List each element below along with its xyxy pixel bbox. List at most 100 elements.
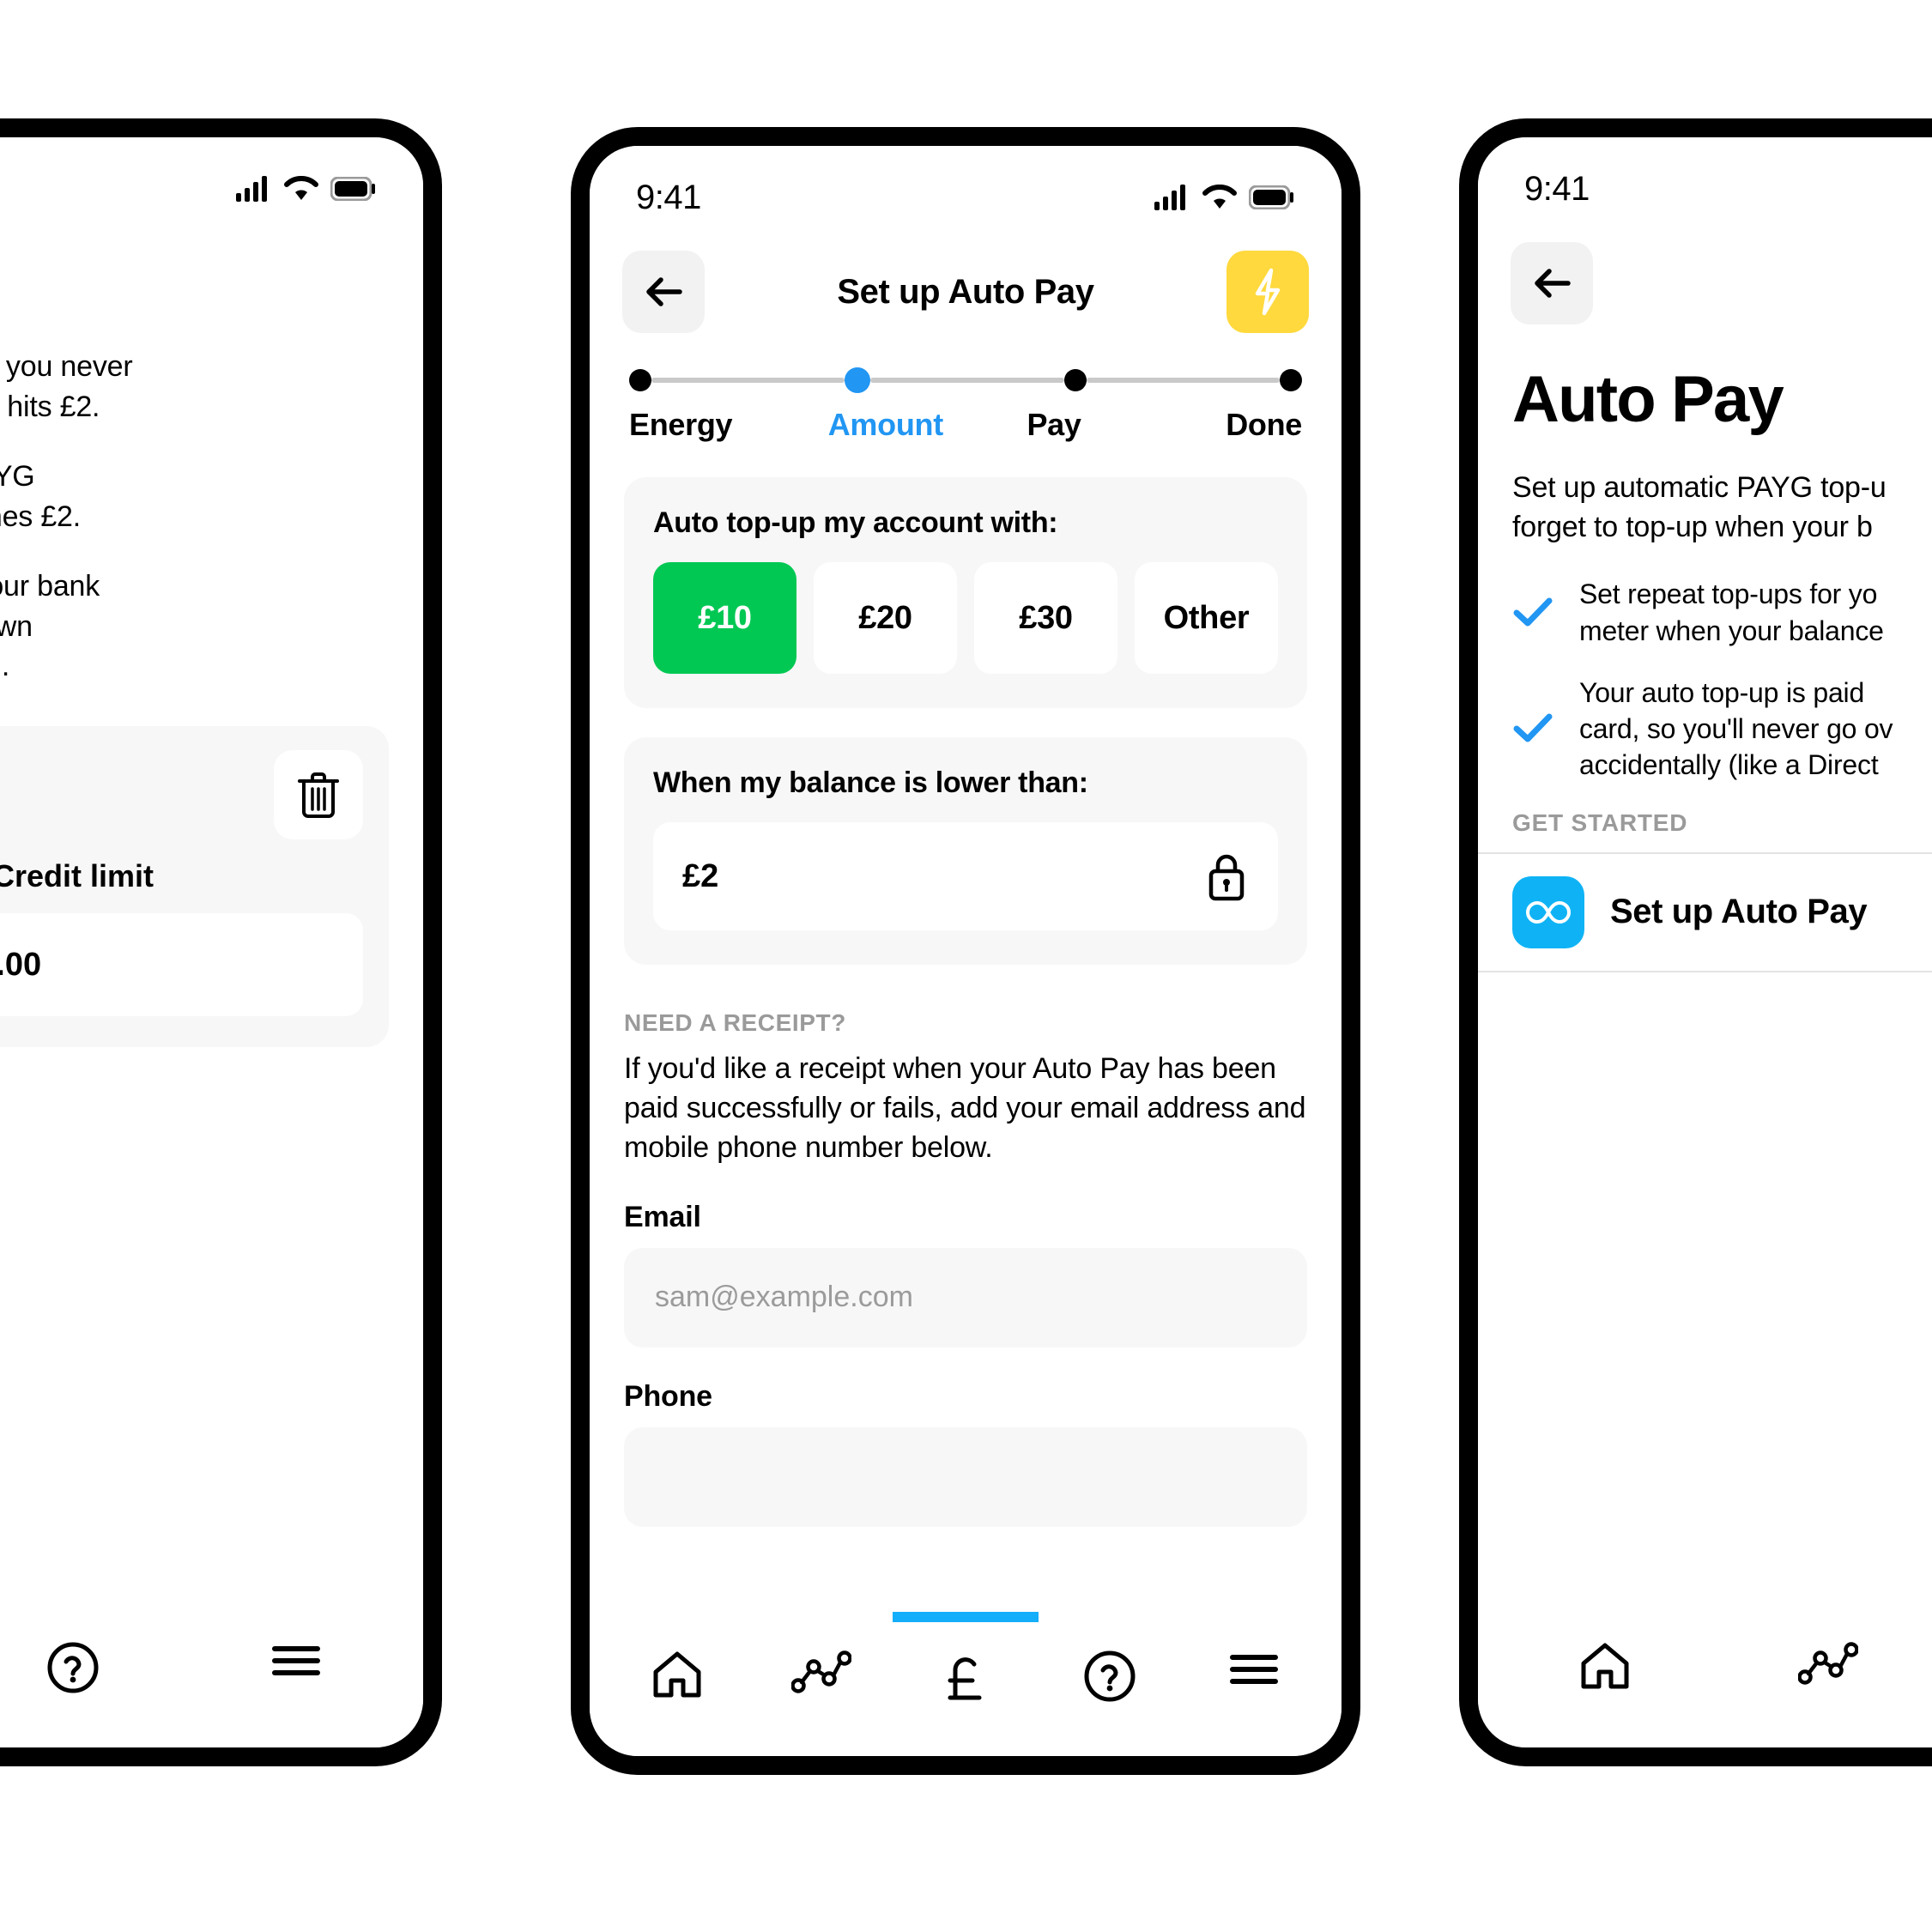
back-button[interactable]: [622, 251, 705, 333]
trash-icon: [296, 771, 341, 819]
credit-limit-value[interactable]: £2.00: [0, 913, 363, 1017]
list-item-text: Your auto top-up is paid card, so you'll…: [1579, 676, 1893, 781]
phone-label: Phone: [624, 1379, 712, 1413]
center-status-time: 9:41: [636, 178, 701, 216]
help-circle-icon: [1083, 1650, 1136, 1703]
left-body: c PAYG top-ups so you never when your ba…: [0, 318, 423, 1603]
stepper-connector: [1086, 378, 1280, 383]
balance-threshold-field[interactable]: £2: [653, 822, 1278, 930]
topup-amount-title: Auto top-up my account with:: [653, 506, 1058, 539]
setup-stepper: Energy Amount Pay Done: [624, 342, 1307, 448]
balance-threshold-value: £2: [682, 857, 719, 894]
tab-help[interactable]: [0, 1603, 185, 1694]
credit-limit-label: Credit limit: [0, 858, 154, 894]
pound-icon: [940, 1650, 991, 1705]
delete-button[interactable]: [274, 750, 363, 840]
right-intro: Set up automatic PAYG top-u forget to to…: [1512, 471, 1887, 544]
infinity-icon: [1512, 875, 1584, 948]
right-heading: Auto Pay: [1512, 363, 1784, 436]
receipt-eyebrow: NEED A RECEIPT?: [624, 1009, 846, 1036]
phone-mockup-center: 9:41 Set up Auto Pay Energy Amount Pay D…: [571, 127, 1360, 1775]
left-paragraph-3: p-up is paid with your bank ll never go …: [0, 569, 100, 683]
right-nav-header: Auto Pay: [1478, 216, 1932, 333]
stepper-connector: [651, 378, 845, 383]
balance-threshold-card: When my balance is lower than: £2: [624, 737, 1307, 965]
step-dot-energy[interactable]: [629, 369, 651, 391]
step-label-pay[interactable]: Pay: [1027, 407, 1226, 443]
tab-home[interactable]: [1493, 1603, 1717, 1691]
boost-button[interactable]: [1226, 251, 1309, 333]
tab-menu[interactable]: [1182, 1612, 1326, 1689]
set-up-auto-pay-label: Set up Auto Pay: [1610, 893, 1868, 931]
tab-payments[interactable]: [893, 1612, 1039, 1705]
lightning-bolt-icon: [1249, 267, 1287, 317]
get-started-eyebrow: GET STARTED: [1512, 809, 1688, 836]
center-nav-header: Set up Auto Pay: [590, 225, 1341, 342]
tab-home[interactable]: [605, 1612, 749, 1699]
left-paragraph-2: op-ups for your PAYG your balance reache…: [0, 459, 82, 533]
amount-option-30[interactable]: £30: [974, 562, 1117, 674]
step-label-amount[interactable]: Amount: [828, 407, 1027, 443]
credit-limit-fields: £2.00: [0, 913, 363, 1017]
tab-menu[interactable]: [185, 1603, 408, 1681]
amount-option-10[interactable]: £10: [653, 562, 796, 674]
lock-icon: [1204, 850, 1249, 903]
list-item: Set repeat top-ups for yo meter when you…: [1512, 576, 1932, 648]
check-icon: [1512, 712, 1553, 746]
center-tab-bar: [590, 1612, 1341, 1756]
stepper-labels: Energy Amount Pay Done: [629, 407, 1302, 443]
left-status-icons: [236, 176, 377, 202]
home-icon: [1578, 1641, 1632, 1691]
phone-input[interactable]: [624, 1426, 1307, 1527]
phone-mockup-left: Auto Pay c PAYG top-ups so you never whe…: [0, 118, 442, 1766]
balance-threshold-title: When my balance is lower than:: [653, 766, 1088, 799]
step-dot-amount[interactable]: [845, 367, 871, 393]
right-screen: 9:41 Auto Pay Auto Pay Set up automatic …: [1478, 137, 1932, 1747]
wifi-icon: [284, 176, 318, 202]
step-dot-done[interactable]: [1279, 369, 1302, 391]
tab-help[interactable]: [1038, 1612, 1182, 1703]
email-label: Email: [624, 1200, 701, 1233]
hamburger-menu-icon: [1227, 1650, 1281, 1689]
active-tab-indicator: [893, 1612, 1039, 1622]
wifi-icon: [1202, 185, 1237, 210]
signal-icon: [236, 176, 272, 202]
step-label-done[interactable]: Done: [1226, 407, 1302, 443]
topup-amount-options: £10 £20 £30 Other: [653, 562, 1278, 674]
step-dot-pay[interactable]: [1063, 369, 1087, 391]
topup-amount-card: Auto top-up my account with: £10 £20 £30…: [624, 477, 1307, 708]
right-tab-bar: [1478, 1603, 1932, 1747]
right-body: Auto Pay Set up automatic PAYG top-u for…: [1478, 333, 1932, 1603]
set-up-auto-pay-row[interactable]: Set up Auto Pay: [1478, 851, 1932, 972]
tab-usage[interactable]: [749, 1612, 893, 1694]
right-status-bar: 9:41: [1478, 137, 1932, 216]
amount-option-other[interactable]: Other: [1135, 562, 1278, 674]
left-screen: Auto Pay c PAYG top-ups so you never whe…: [0, 137, 423, 1747]
receipt-description: If you'd like a receipt when your Auto P…: [624, 1052, 1306, 1165]
usage-chart-icon: [1798, 1641, 1858, 1686]
screenshot-canvas: Auto Pay c PAYG top-ups so you never whe…: [0, 0, 1932, 1932]
usage-chart-icon: [791, 1650, 851, 1694]
amount-option-20[interactable]: £20: [814, 562, 957, 674]
signal-icon: [1154, 185, 1190, 210]
right-status-time: 9:41: [1524, 169, 1590, 208]
check-icon: [1512, 596, 1553, 630]
benefits-checklist: Set repeat top-ups for yo meter when you…: [1512, 576, 1932, 783]
left-nav-header: Auto Pay: [0, 216, 423, 318]
email-input[interactable]: sam@example.com: [624, 1247, 1307, 1348]
left-tab-bar: [0, 1603, 423, 1747]
list-item: Your auto top-up is paid card, so you'll…: [1512, 675, 1932, 784]
back-button[interactable]: [1511, 242, 1593, 324]
hamburger-menu-icon: [270, 1641, 323, 1681]
battery-icon: [1249, 185, 1295, 209]
step-label-energy[interactable]: Energy: [629, 407, 828, 443]
list-item-text: Set repeat top-ups for yo meter when you…: [1579, 578, 1884, 646]
center-body: Energy Amount Pay Done Auto top-up my ac…: [590, 342, 1341, 1612]
home-icon: [651, 1650, 704, 1699]
stepper-dots: [629, 367, 1302, 393]
stepper-connector: [870, 378, 1064, 383]
center-screen: 9:41 Set up Auto Pay Energy Amount Pay D…: [590, 146, 1341, 1756]
help-circle-icon: [46, 1641, 100, 1694]
left-paragraph-1: c PAYG top-ups so you never when your ba…: [0, 350, 133, 423]
tab-usage[interactable]: [1717, 1603, 1932, 1686]
